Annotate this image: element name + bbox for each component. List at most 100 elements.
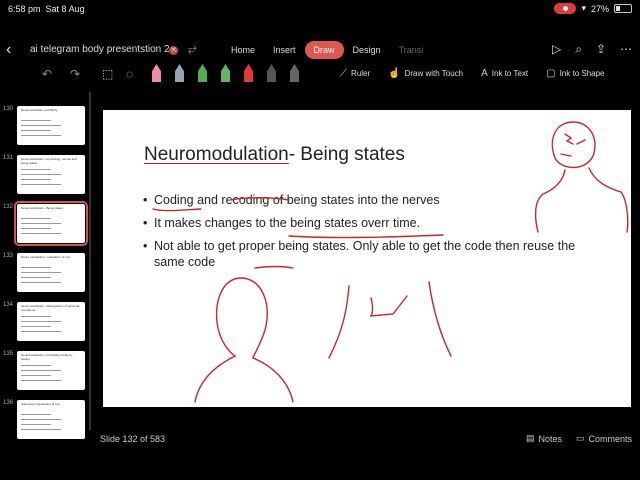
ink-head-bottom — [215, 277, 242, 357]
slide-thumbnail[interactable]: 134 Neuromodulation - Manipulation of per… — [0, 302, 92, 344]
slide-thumbnail-line — [21, 228, 51, 229]
title-bar: ‹ ai telegram body presentstion 2 ✕ ⥂ Ho… — [0, 38, 640, 62]
pen-green-2-icon[interactable] — [221, 64, 230, 82]
slide-thumbnail-line — [21, 135, 61, 136]
ruler-icon: ⟋ — [340, 68, 347, 79]
slide-thumbnail-title: Neuromodulation: psychology, nerves and … — [21, 157, 77, 165]
slide-thumbnail-number: 130 — [3, 106, 14, 112]
slide-thumbnail-line — [21, 414, 51, 415]
slide-thumbnail-line — [21, 267, 51, 268]
lasso-rect-icon[interactable]: ⬚ — [102, 67, 113, 81]
draw-with-touch-button[interactable]: ☝ Draw with Touch — [388, 68, 463, 79]
slide-thumbnail-line — [21, 419, 61, 420]
tab-transitions[interactable]: Transi — [390, 41, 433, 59]
back-chevron-icon[interactable]: ‹ — [6, 41, 11, 59]
wifi-icon: ▾ — [581, 3, 586, 13]
thumbnail-scrollbar[interactable] — [89, 92, 91, 430]
ink-head-top-right — [551, 121, 596, 169]
ink-underline-recoding — [230, 197, 290, 201]
more-icon[interactable]: ⋯ — [620, 42, 632, 57]
ink-shoulder-right — [252, 357, 294, 403]
slide-thumbnail[interactable]: 135 Neuromodulation: Controlling bodily b… — [0, 351, 92, 393]
search-icon[interactable]: ⌕ — [575, 42, 582, 57]
slide-thumbnail-line — [21, 120, 51, 121]
slide-canvas[interactable]: Neuromodulation- Being states Coding and… — [103, 110, 631, 407]
slide-thumbnail-line — [21, 218, 51, 219]
slide-counter: Slide 132 of 583 — [100, 434, 166, 444]
pen-gray-icon[interactable] — [175, 64, 184, 82]
slide-thumbnail[interactable]: 132 Neuromodulation - Being states — [0, 201, 92, 246]
slide-thumbnail-preview[interactable]: Neuromodulation - Being states — [14, 201, 88, 246]
slide-thumbnail-preview[interactable]: Neuromodulation and Body — [17, 106, 85, 145]
ink-to-text-button[interactable]: A Ink to Text — [481, 68, 528, 79]
share-upload-icon[interactable]: ⇪ — [596, 42, 606, 57]
slide-thumbnail-line — [21, 326, 51, 327]
slide-thumbnail-line — [21, 184, 61, 185]
clock-time: 6:58 pm — [8, 4, 41, 14]
slide-thumbnail-preview[interactable]: Neuromodulation: psychology, nerves and … — [17, 155, 85, 194]
slide-thumbnail[interactable]: 133 Neuro modulation: modulation of one — [0, 253, 92, 295]
tab-insert[interactable]: Insert — [264, 41, 305, 59]
ink-mark-left — [328, 285, 350, 359]
redo-icon[interactable]: ↷ — [70, 67, 80, 81]
bottom-bar: Slide 132 of 583 ▤ Notes ▭ Comments — [0, 428, 640, 450]
slide-thumbnail-number: 132 — [3, 204, 14, 210]
ruler-button[interactable]: ⟋ Ruler — [340, 68, 370, 79]
document-title[interactable]: ai telegram body presentstion 2 — [30, 44, 170, 55]
pen-green-icon[interactable] — [198, 64, 207, 82]
ink-underline-coding — [152, 208, 202, 212]
tab-design[interactable]: Design — [344, 41, 390, 59]
slide-thumbnail-line — [21, 331, 61, 332]
slide-thumbnail[interactable]: 131 Neuromodulation: psychology, nerves a… — [0, 155, 92, 197]
pen-dark-icon[interactable] — [267, 64, 276, 82]
slide-thumbnail-line — [21, 174, 61, 175]
play-icon[interactable]: ▷ — [552, 42, 561, 57]
slide-thumbnail-preview[interactable]: Neuromodulation: Controlling bodily by f… — [17, 351, 85, 390]
ink-to-text-icon: A — [481, 68, 488, 79]
ink-to-shape-button[interactable]: ▢ Ink to Shape — [546, 68, 604, 79]
slide-thumbnail-panel[interactable]: 130 Neuromodulation and Body 131 Neuromodul… — [0, 92, 92, 442]
slide-thumbnail-title: Neuromodulation - Being states — [21, 206, 64, 210]
slide-thumbnail-line — [21, 365, 51, 366]
slide-thumbnail-title: Neuromodulation: Controlling bodily by f… — [21, 353, 73, 361]
ink-underline-code — [254, 265, 294, 269]
ink-head-right — [240, 277, 268, 359]
slide-thumbnail-line — [21, 125, 61, 126]
slide-thumbnail-line — [21, 169, 51, 170]
slide-thumbnail-line — [21, 370, 61, 371]
slide-thumbnail-line — [21, 272, 61, 273]
draw-toolbar: ↶ ↷ ⬚ ◌ ⟋ Ruler ☝ Draw with Touch A Ink to … — [0, 62, 640, 88]
touch-icon: ☝ — [388, 68, 401, 79]
slide-thumbnail-line — [21, 179, 51, 180]
slide-thumbnail-preview[interactable]: Neuromodulation - Manipulation of person… — [17, 302, 85, 341]
ink-to-shape-icon: ▢ — [546, 68, 556, 79]
tab-draw[interactable]: Draw — [304, 41, 344, 59]
screen-record-icon[interactable] — [554, 3, 577, 14]
slide-thumbnail-number: 135 — [3, 351, 14, 357]
slide-thumbnail-title: Neuromodulation and Body — [21, 108, 58, 112]
lasso-select-icon[interactable]: ◌ — [126, 67, 133, 81]
battery-icon — [614, 4, 632, 13]
ribbon-tabs: Home Insert Draw Design Transi — [222, 41, 432, 59]
ink-mark-mid — [369, 295, 408, 317]
slide-thumbnail-number: 133 — [3, 253, 14, 259]
slide-thumbnail-number: 136 — [3, 400, 14, 406]
slide-thumbnail-preview[interactable]: Neuro modulation: modulation of one — [17, 253, 85, 292]
sync-badge-icon[interactable]: ✕ — [169, 46, 178, 55]
ink-underline-being-states — [288, 234, 444, 239]
pen-red-icon[interactable] — [244, 64, 253, 82]
notes-button[interactable]: ▤ Notes — [526, 433, 562, 444]
status-bar: 6:58 pm Sat 8 Aug ▾ 27% — [0, 0, 640, 18]
comments-button[interactable]: ▭ Comments — [576, 433, 632, 444]
ink-annotations[interactable] — [103, 110, 631, 407]
pen-dark-2-icon[interactable] — [290, 64, 299, 82]
slide-thumbnail-line — [21, 130, 51, 131]
undo-icon[interactable]: ↶ — [42, 67, 52, 81]
tab-home[interactable]: Home — [222, 41, 264, 59]
share-icon[interactable]: ⥂ — [188, 43, 197, 56]
slide-thumbnail[interactable]: 130 Neuromodulation and Body — [0, 106, 92, 148]
slide-thumbnail-line — [21, 233, 61, 234]
ink-scribble-top-right — [560, 133, 586, 157]
pen-pink-icon[interactable] — [152, 64, 161, 82]
slide-thumbnail-number: 131 — [3, 155, 14, 161]
